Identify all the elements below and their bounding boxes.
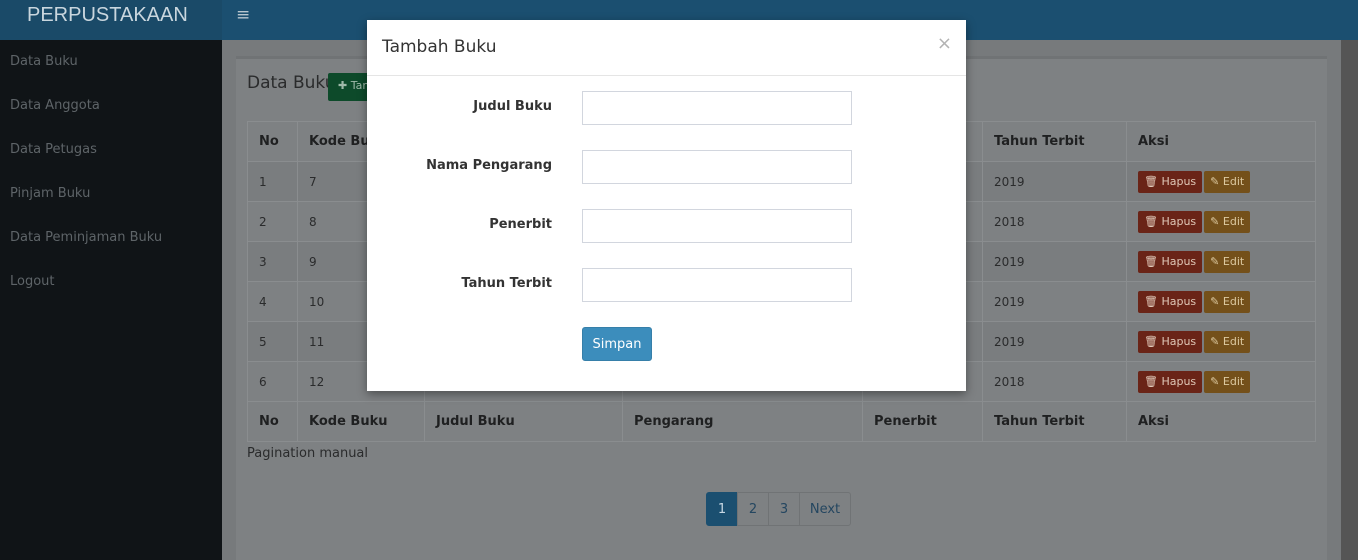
page-title: Data Buku bbox=[247, 73, 336, 93]
cell-tahun: 2019 bbox=[982, 321, 1127, 362]
form-row-judul: Judul Buku bbox=[367, 91, 966, 125]
table-footer-row: No Kode Buku Judul Buku Pengarang Penerb… bbox=[247, 401, 1316, 442]
page-link-next[interactable]: Next bbox=[799, 492, 851, 526]
cell-no: 2 bbox=[247, 201, 298, 242]
cell-no: 4 bbox=[247, 281, 298, 322]
delete-button[interactable]: 🗑 Hapus bbox=[1138, 210, 1203, 233]
edit-button[interactable]: ✎ Edit bbox=[1204, 330, 1251, 353]
modal-header: Tambah Buku × bbox=[367, 20, 966, 76]
nama-pengarang-label: Nama Pengarang bbox=[426, 158, 552, 173]
pagination-note: Pagination manual bbox=[247, 446, 369, 461]
column-footer: No bbox=[247, 401, 298, 442]
column-footer: Pengarang bbox=[622, 401, 863, 442]
delete-button[interactable]: 🗑 Hapus bbox=[1138, 250, 1203, 273]
penerbit-input[interactable] bbox=[582, 209, 852, 243]
form-row-tahun: Tahun Terbit bbox=[367, 268, 966, 302]
cell-no: 5 bbox=[247, 321, 298, 362]
judul-buku-input[interactable] bbox=[582, 91, 852, 125]
sidebar-item-data-buku[interactable]: Data Buku bbox=[0, 40, 222, 84]
sidebar-item-logout[interactable]: Logout bbox=[0, 260, 222, 304]
sidebar-item-data-peminjaman-buku[interactable]: Data Peminjaman Buku bbox=[0, 216, 222, 260]
cell-aksi: 🗑 Hapus ✎ Edit bbox=[1126, 201, 1316, 242]
cell-no: 6 bbox=[247, 361, 298, 402]
sidebar-item-pinjam-buku[interactable]: Pinjam Buku bbox=[0, 172, 222, 216]
sidebar: Data Buku Data Anggota Data Petugas Pinj… bbox=[0, 40, 222, 560]
penerbit-label: Penerbit bbox=[489, 217, 552, 232]
tahun-terbit-label: Tahun Terbit bbox=[461, 276, 552, 291]
cell-tahun: 2019 bbox=[982, 281, 1127, 322]
page-link-1[interactable]: 1 bbox=[706, 492, 738, 526]
delete-button[interactable]: 🗑 Hapus bbox=[1138, 330, 1203, 353]
delete-button[interactable]: 🗑 Hapus bbox=[1138, 170, 1203, 193]
sidebar-item-data-petugas[interactable]: Data Petugas bbox=[0, 128, 222, 172]
close-icon[interactable]: × bbox=[937, 34, 952, 54]
column-footer: Aksi bbox=[1126, 401, 1316, 442]
cell-no: 1 bbox=[247, 161, 298, 202]
judul-buku-label: Judul Buku bbox=[473, 99, 552, 114]
pagination: 1 2 3 Next bbox=[706, 492, 851, 526]
cell-tahun: 2018 bbox=[982, 361, 1127, 402]
column-footer: Judul Buku bbox=[424, 401, 623, 442]
nama-pengarang-input[interactable] bbox=[582, 150, 852, 184]
cell-aksi: 🗑 Hapus ✎ Edit bbox=[1126, 161, 1316, 202]
edit-button[interactable]: ✎ Edit bbox=[1204, 250, 1251, 273]
column-header: Tahun Terbit bbox=[982, 121, 1127, 162]
page-link-3[interactable]: 3 bbox=[768, 492, 800, 526]
cell-aksi: 🗑 Hapus ✎ Edit bbox=[1126, 361, 1316, 402]
tahun-terbit-input[interactable] bbox=[582, 268, 852, 302]
column-footer: Penerbit bbox=[862, 401, 983, 442]
edit-button[interactable]: ✎ Edit bbox=[1204, 170, 1251, 193]
cell-tahun: 2018 bbox=[982, 201, 1127, 242]
cell-aksi: 🗑 Hapus ✎ Edit bbox=[1126, 321, 1316, 362]
menu-icon[interactable]: ≡ bbox=[236, 5, 250, 25]
column-header: No bbox=[247, 121, 298, 162]
edit-button[interactable]: ✎ Edit bbox=[1204, 210, 1251, 233]
edit-button[interactable]: ✎ Edit bbox=[1204, 290, 1251, 313]
column-header: Aksi bbox=[1126, 121, 1316, 162]
add-book-modal: Tambah Buku × Judul Buku Nama Pengarang … bbox=[367, 20, 966, 391]
delete-button[interactable]: 🗑 Hapus bbox=[1138, 370, 1203, 393]
column-footer: Tahun Terbit bbox=[982, 401, 1127, 442]
edit-button[interactable]: ✎ Edit bbox=[1204, 370, 1251, 393]
cell-tahun: 2019 bbox=[982, 161, 1127, 202]
save-button[interactable]: Simpan bbox=[582, 327, 652, 361]
page-link-2[interactable]: 2 bbox=[737, 492, 769, 526]
cell-tahun: 2019 bbox=[982, 241, 1127, 282]
cell-aksi: 🗑 Hapus ✎ Edit bbox=[1126, 241, 1316, 282]
cell-aksi: 🗑 Hapus ✎ Edit bbox=[1126, 281, 1316, 322]
brand-logo[interactable]: PERPUSTAKAAN bbox=[0, 0, 222, 40]
form-row-penerbit: Penerbit bbox=[367, 209, 966, 243]
modal-title: Tambah Buku bbox=[382, 37, 497, 57]
cell-no: 3 bbox=[247, 241, 298, 282]
column-footer: Kode Buku bbox=[297, 401, 425, 442]
sidebar-item-data-anggota[interactable]: Data Anggota bbox=[0, 84, 222, 128]
form-row-pengarang: Nama Pengarang bbox=[367, 150, 966, 184]
delete-button[interactable]: 🗑 Hapus bbox=[1138, 290, 1203, 313]
